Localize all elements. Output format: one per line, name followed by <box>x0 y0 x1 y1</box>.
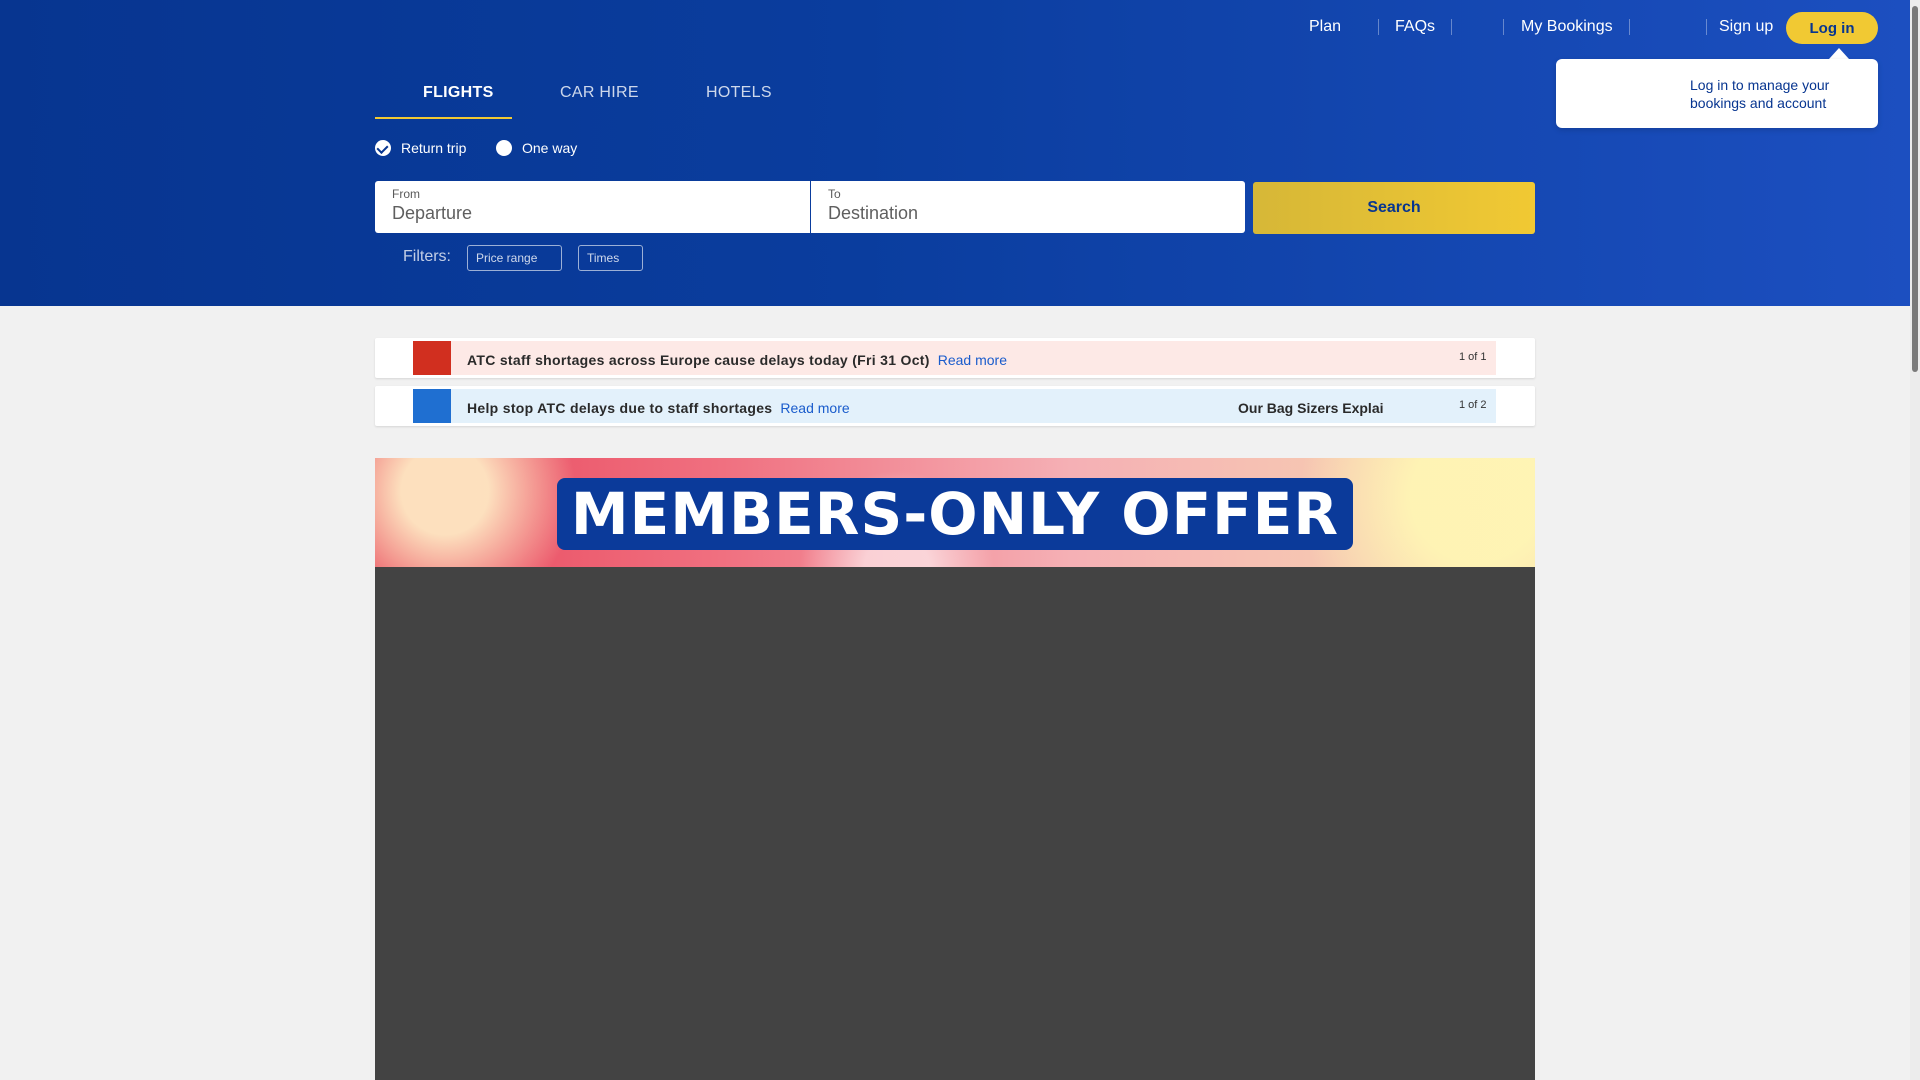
times-filter[interactable]: Times <box>578 245 643 271</box>
alert-pager: 1 of 2 <box>1459 399 1487 411</box>
read-more-link[interactable]: Read more <box>938 352 1007 368</box>
tab-flights[interactable]: FLIGHTS <box>423 84 494 102</box>
alert-ticker-text[interactable]: Our Bag Sizers Explai <box>1238 400 1384 416</box>
alert-message-text: Help stop ATC delays due to staff shorta… <box>467 400 773 416</box>
top-navigation: Plan FAQs My Bookings Sign up Log in <box>0 0 1910 56</box>
to-field[interactable]: To <box>811 181 1245 233</box>
departure-input[interactable] <box>392 203 772 224</box>
sign-up-link[interactable]: Sign up <box>1719 18 1773 36</box>
tooltip-text: Log in to manage your bookings and accou… <box>1690 77 1830 111</box>
promo-video-area[interactable] <box>375 567 1535 1080</box>
read-more-link[interactable]: Read more <box>780 400 849 416</box>
to-label: To <box>828 187 841 201</box>
hero-section: Plan FAQs My Bookings Sign up Log in FLI… <box>0 0 1910 306</box>
banner-title: MEMBERS-ONLY OFFER <box>557 478 1353 550</box>
alert-card-atc-delays: ATC staff shortages across Europe cause … <box>375 338 1535 378</box>
radio-checked-icon[interactable] <box>375 140 391 156</box>
destination-input[interactable] <box>828 203 1208 224</box>
one-way-label: One way <box>522 140 578 156</box>
from-label: From <box>392 187 420 201</box>
tab-car-hire[interactable]: CAR HIRE <box>560 84 639 102</box>
filters-label: Filters: <box>403 248 451 265</box>
alert-pager: 1 of 1 <box>1459 351 1487 363</box>
alert-message-text: ATC staff shortages across Europe cause … <box>467 352 930 368</box>
one-way-option[interactable]: One way <box>496 140 577 156</box>
return-trip-option[interactable]: Return trip <box>375 140 466 156</box>
tab-hotels[interactable]: HOTELS <box>706 84 772 102</box>
radio-unchecked-icon[interactable] <box>496 140 512 156</box>
alert-message: Help stop ATC delays due to staff shorta… <box>467 400 850 416</box>
scrollbar-thumb[interactable] <box>1912 6 1918 372</box>
search-button[interactable]: Search <box>1253 182 1535 234</box>
log-in-button[interactable]: Log in <box>1786 12 1878 44</box>
return-trip-label: Return trip <box>401 140 467 156</box>
nav-divider <box>1378 19 1379 35</box>
alert-color-strip <box>413 389 451 423</box>
nav-faqs-link[interactable]: FAQs <box>1395 18 1435 36</box>
active-tab-indicator <box>375 117 512 119</box>
nav-plan-link[interactable]: Plan <box>1309 18 1341 36</box>
nav-divider <box>1706 19 1707 35</box>
nav-divider <box>1629 19 1630 35</box>
tooltip-arrow <box>1829 48 1849 59</box>
login-tooltip: Log in to manage your bookings and accou… <box>1556 59 1878 128</box>
nav-divider <box>1503 19 1504 35</box>
members-offer-banner[interactable]: MEMBERS-ONLY OFFER <box>375 458 1535 568</box>
nav-divider <box>1451 19 1452 35</box>
alert-color-strip <box>413 341 451 375</box>
alert-card-help-stop: Help stop ATC delays due to staff shorta… <box>375 386 1535 426</box>
alert-message: ATC staff shortages across Europe cause … <box>467 352 1007 368</box>
price-range-filter[interactable]: Price range <box>467 245 562 271</box>
nav-my-bookings-link[interactable]: My Bookings <box>1521 18 1613 36</box>
from-field[interactable]: From <box>375 181 810 233</box>
